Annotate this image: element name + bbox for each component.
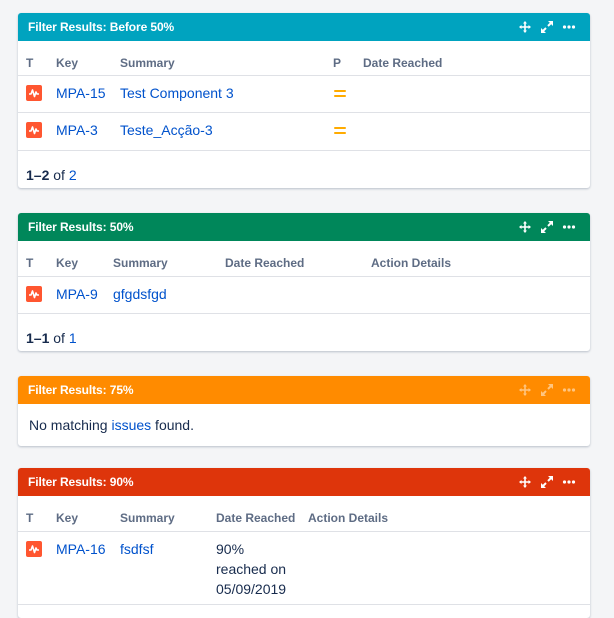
col-type: T — [26, 511, 34, 525]
expand-icon[interactable] — [540, 220, 554, 234]
gadget-50: Filter Results: 50% T Key Summary Date R… — [18, 213, 590, 351]
bug-icon — [26, 541, 42, 557]
expand-icon[interactable] — [540, 475, 554, 489]
gadget-90: Filter Results: 90% T Key Summary Date R… — [18, 468, 590, 618]
issue-key-link[interactable]: MPA-9 — [56, 286, 98, 302]
gadget-header: Filter Results: Before 50% — [18, 13, 590, 41]
col-key[interactable]: Key — [56, 256, 78, 270]
pager-total-link[interactable]: 2 — [69, 167, 77, 183]
gadget-title: Filter Results: 50% — [28, 220, 134, 234]
col-summary[interactable]: Summary — [113, 256, 168, 270]
issue-summary-link[interactable]: Test Component 3 — [120, 85, 234, 101]
gadget-title: Filter Results: 75% — [28, 383, 134, 397]
more-icon[interactable] — [562, 20, 576, 34]
more-icon[interactable] — [562, 220, 576, 234]
col-type: T — [26, 56, 34, 70]
table-row: MPA-3 Teste_Acção-3 — [18, 113, 590, 151]
move-icon[interactable] — [518, 220, 532, 234]
bug-icon — [26, 122, 42, 138]
pager-total-link[interactable]: 1 — [69, 330, 77, 346]
issue-summary-link[interactable]: Teste_Acção-3 — [120, 122, 213, 138]
table-row: MPA-15 Test Component 3 — [18, 76, 590, 113]
pager-range: 1–2 — [26, 167, 50, 183]
gadget-title: Filter Results: 90% — [28, 475, 134, 489]
expand-icon[interactable] — [540, 383, 554, 397]
pager-of: of — [53, 330, 65, 346]
issue-key-link[interactable]: MPA-16 — [56, 541, 106, 557]
move-icon[interactable] — [518, 383, 532, 397]
issue-key-link[interactable]: MPA-15 — [56, 85, 106, 101]
gadget-before-50: Filter Results: Before 50% T Key Summary… — [18, 13, 590, 188]
gadget-header: Filter Results: 75% — [18, 376, 590, 404]
pager-of: of — [53, 167, 65, 183]
date-reached-line1: 90% — [216, 541, 245, 557]
no-match-text-after: found. — [151, 417, 194, 433]
issue-key-link[interactable]: MPA-3 — [56, 122, 98, 138]
pagination: 1–2 of 2 — [18, 151, 590, 188]
col-date-reached[interactable]: Date Reached — [363, 56, 442, 70]
date-reached-line3: 05/09/2019 — [216, 581, 287, 597]
col-action-details[interactable]: Action Details — [371, 256, 451, 270]
col-priority[interactable]: P — [333, 56, 341, 70]
table-header: T Key Summary P Date Reached — [18, 41, 590, 76]
table-row: MPA-16 fsdfsf 90% reached on 05/09/2019 — [18, 532, 590, 605]
col-summary[interactable]: Summary — [120, 56, 175, 70]
gadget-75: Filter Results: 75% No matching issues f… — [18, 376, 590, 446]
date-reached-line2: reached on — [216, 561, 287, 577]
expand-icon[interactable] — [540, 20, 554, 34]
col-action-details[interactable]: Action Details — [308, 511, 388, 525]
pagination: 1–1 of 1 — [18, 314, 590, 351]
bug-icon — [26, 286, 42, 302]
gadget-title: Filter Results: Before 50% — [28, 20, 175, 34]
col-date-reached[interactable]: Date Reached — [225, 256, 304, 270]
gadget-header: Filter Results: 50% — [18, 213, 590, 241]
more-icon[interactable] — [562, 475, 576, 489]
bug-icon — [26, 85, 42, 101]
col-type: T — [26, 256, 34, 270]
table-header: T Key Summary Date Reached Action Detail… — [18, 241, 590, 277]
move-icon[interactable] — [518, 20, 532, 34]
pager-range: 1–1 — [26, 330, 50, 346]
priority-medium-icon — [334, 90, 346, 99]
col-key[interactable]: Key — [56, 511, 78, 525]
more-icon[interactable] — [562, 383, 576, 397]
issue-summary-link[interactable]: gfgdsfgd — [113, 286, 167, 302]
issues-link[interactable]: issues — [111, 417, 151, 433]
table-header: T Key Summary Date Reached Action Detail… — [18, 496, 590, 532]
no-match-message: No matching issues found. — [18, 404, 590, 446]
no-match-text-before: No matching — [29, 417, 112, 433]
issue-summary-link[interactable]: fsdfsf — [120, 541, 153, 557]
table-row: MPA-9 gfgdsfgd — [18, 277, 590, 314]
move-icon[interactable] — [518, 475, 532, 489]
col-summary[interactable]: Summary — [120, 511, 175, 525]
gadget-header: Filter Results: 90% — [18, 468, 590, 496]
col-date-reached[interactable]: Date Reached — [216, 511, 295, 525]
priority-medium-icon — [334, 127, 346, 136]
col-key[interactable]: Key — [56, 56, 78, 70]
